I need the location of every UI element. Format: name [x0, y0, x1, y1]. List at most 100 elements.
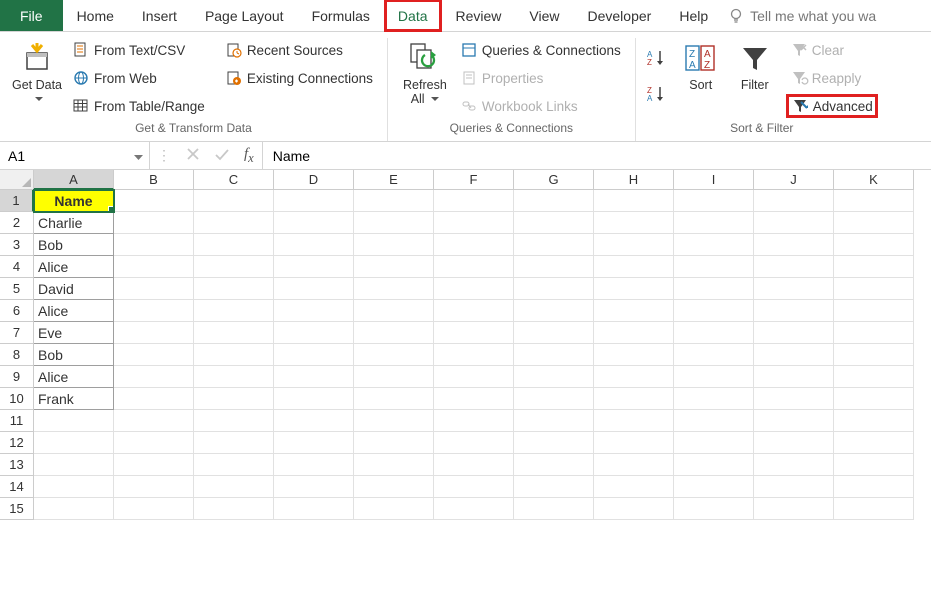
reapply-button[interactable]: Reapply [786, 66, 878, 90]
cell-I8[interactable] [674, 344, 754, 366]
sort-asc-button[interactable]: AZ [646, 46, 668, 70]
row-header-4[interactable]: 4 [0, 256, 34, 278]
tab-page-layout[interactable]: Page Layout [191, 0, 298, 31]
advanced-button[interactable]: Advanced [786, 94, 878, 118]
cell-D14[interactable] [274, 476, 354, 498]
cell-J1[interactable] [754, 190, 834, 212]
cell-J2[interactable] [754, 212, 834, 234]
cell-F2[interactable] [434, 212, 514, 234]
row-header-6[interactable]: 6 [0, 300, 34, 322]
from-table-range-button[interactable]: From Table/Range [68, 94, 209, 118]
cell-H8[interactable] [594, 344, 674, 366]
cell-A10[interactable]: Frank [34, 388, 114, 410]
cell-J6[interactable] [754, 300, 834, 322]
cell-F15[interactable] [434, 498, 514, 520]
cell-I14[interactable] [674, 476, 754, 498]
cell-A5[interactable]: David [34, 278, 114, 300]
cell-F9[interactable] [434, 366, 514, 388]
row-header-1[interactable]: 1 [0, 190, 34, 212]
cell-I2[interactable] [674, 212, 754, 234]
cell-H11[interactable] [594, 410, 674, 432]
cell-E8[interactable] [354, 344, 434, 366]
select-all-corner[interactable] [0, 170, 34, 190]
cell-E4[interactable] [354, 256, 434, 278]
sort-button[interactable]: ZAAZ Sort [674, 38, 728, 92]
cell-D12[interactable] [274, 432, 354, 454]
enter-icon[interactable] [214, 147, 230, 164]
cell-G11[interactable] [514, 410, 594, 432]
cell-E7[interactable] [354, 322, 434, 344]
row-header-14[interactable]: 14 [0, 476, 34, 498]
row-header-12[interactable]: 12 [0, 432, 34, 454]
cell-F6[interactable] [434, 300, 514, 322]
cell-G3[interactable] [514, 234, 594, 256]
cell-C5[interactable] [194, 278, 274, 300]
get-data-button[interactable]: Get Data [10, 38, 64, 107]
row-header-3[interactable]: 3 [0, 234, 34, 256]
cell-K14[interactable] [834, 476, 914, 498]
cell-K6[interactable] [834, 300, 914, 322]
cell-B1[interactable] [114, 190, 194, 212]
cell-F12[interactable] [434, 432, 514, 454]
tell-me[interactable]: Tell me what you wa [722, 0, 876, 31]
cell-D15[interactable] [274, 498, 354, 520]
refresh-all-button[interactable]: Refresh All [398, 38, 452, 107]
cell-H6[interactable] [594, 300, 674, 322]
cell-E5[interactable] [354, 278, 434, 300]
cell-K1[interactable] [834, 190, 914, 212]
cell-E12[interactable] [354, 432, 434, 454]
cell-J5[interactable] [754, 278, 834, 300]
row-header-8[interactable]: 8 [0, 344, 34, 366]
tab-insert[interactable]: Insert [128, 0, 191, 31]
cell-I12[interactable] [674, 432, 754, 454]
cell-F11[interactable] [434, 410, 514, 432]
cell-A4[interactable]: Alice [34, 256, 114, 278]
cell-F13[interactable] [434, 454, 514, 476]
existing-connections-button[interactable]: Existing Connections [221, 66, 377, 90]
cell-C7[interactable] [194, 322, 274, 344]
queries-connections-button[interactable]: Queries & Connections [456, 38, 625, 62]
cell-E14[interactable] [354, 476, 434, 498]
cell-D2[interactable] [274, 212, 354, 234]
cell-I15[interactable] [674, 498, 754, 520]
cell-H13[interactable] [594, 454, 674, 476]
cell-I10[interactable] [674, 388, 754, 410]
tab-file[interactable]: File [0, 0, 63, 31]
row-header-15[interactable]: 15 [0, 498, 34, 520]
cell-B7[interactable] [114, 322, 194, 344]
cell-B10[interactable] [114, 388, 194, 410]
sort-desc-button[interactable]: ZA [646, 82, 668, 106]
col-header-C[interactable]: C [194, 170, 274, 190]
cell-K12[interactable] [834, 432, 914, 454]
cell-J14[interactable] [754, 476, 834, 498]
cell-G7[interactable] [514, 322, 594, 344]
cell-K13[interactable] [834, 454, 914, 476]
workbook-links-button[interactable]: Workbook Links [456, 94, 625, 118]
cell-K2[interactable] [834, 212, 914, 234]
cell-G1[interactable] [514, 190, 594, 212]
col-header-I[interactable]: I [674, 170, 754, 190]
cell-D1[interactable] [274, 190, 354, 212]
cell-I9[interactable] [674, 366, 754, 388]
cell-H1[interactable] [594, 190, 674, 212]
insert-function-button[interactable]: fx [244, 146, 254, 166]
cell-G8[interactable] [514, 344, 594, 366]
cell-D8[interactable] [274, 344, 354, 366]
cell-J13[interactable] [754, 454, 834, 476]
cell-E10[interactable] [354, 388, 434, 410]
col-header-H[interactable]: H [594, 170, 674, 190]
cell-C6[interactable] [194, 300, 274, 322]
col-header-D[interactable]: D [274, 170, 354, 190]
cell-H15[interactable] [594, 498, 674, 520]
cell-F1[interactable] [434, 190, 514, 212]
col-header-F[interactable]: F [434, 170, 514, 190]
cell-G9[interactable] [514, 366, 594, 388]
col-header-B[interactable]: B [114, 170, 194, 190]
cell-K7[interactable] [834, 322, 914, 344]
cell-E13[interactable] [354, 454, 434, 476]
tab-help[interactable]: Help [665, 0, 722, 31]
cell-I4[interactable] [674, 256, 754, 278]
tab-review[interactable]: Review [442, 0, 516, 31]
cell-D6[interactable] [274, 300, 354, 322]
cell-G2[interactable] [514, 212, 594, 234]
